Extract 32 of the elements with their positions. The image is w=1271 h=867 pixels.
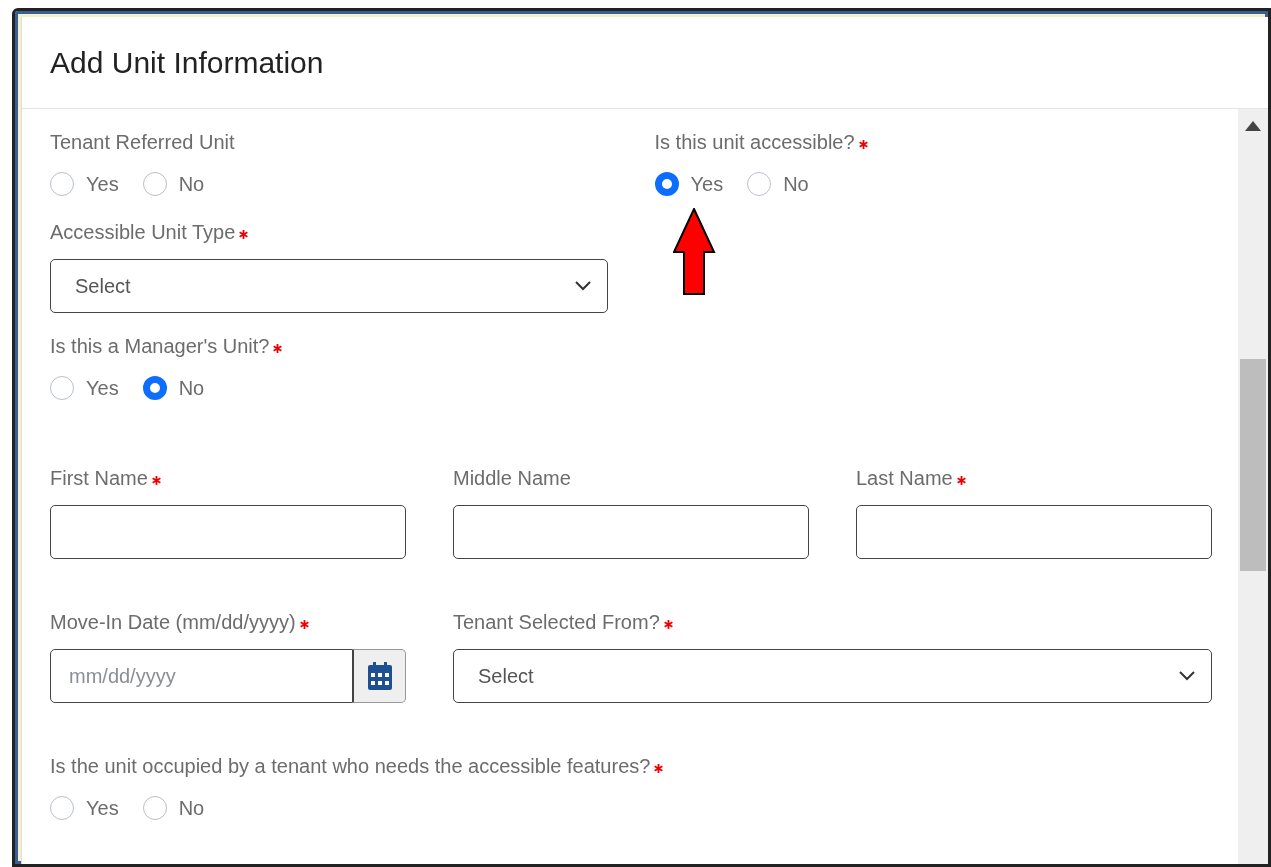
text-field[interactable] <box>856 505 1212 559</box>
text-field[interactable] <box>453 505 809 559</box>
scroll-thumb[interactable] <box>1240 359 1266 571</box>
select-field[interactable]: Select <box>453 649 1212 703</box>
radio-option[interactable]: Yes <box>50 793 119 823</box>
radio-option[interactable]: No <box>142 373 205 403</box>
field-label: Accessible Unit Type <box>50 220 236 245</box>
radio-option[interactable]: Yes <box>50 373 119 403</box>
field-label: Tenant Selected From? <box>453 610 660 635</box>
radio-option[interactable]: No <box>142 793 205 823</box>
scroll-up-icon[interactable] <box>1245 121 1261 131</box>
date-field[interactable]: mm/dd/yyyy <box>50 649 353 703</box>
calendar-button[interactable] <box>353 649 406 703</box>
field-label: Is this a Manager's Unit? <box>50 334 270 359</box>
modal-title: Add Unit Information <box>50 44 324 81</box>
field-label: Is this unit accessible? <box>654 130 855 155</box>
field-label: Last Name <box>856 466 953 491</box>
field-label: Tenant Referred Unit <box>50 130 235 155</box>
text-field[interactable] <box>50 505 406 559</box>
radio-option[interactable]: No <box>142 169 205 199</box>
field-label: Middle Name <box>453 466 571 491</box>
select-field[interactable]: Select <box>50 259 608 313</box>
chevron-down-icon <box>1179 671 1195 681</box>
scrollbar[interactable] <box>1238 109 1268 864</box>
field-label: First Name <box>50 466 148 491</box>
calendar-icon <box>367 662 392 690</box>
radio-option[interactable]: Yes <box>50 169 119 199</box>
field-label: Move-In Date (mm/dd/yyyy) <box>50 610 296 635</box>
field-label: Is the unit occupied by a tenant who needs the accessible features? <box>50 754 651 779</box>
chevron-down-icon <box>574 281 591 291</box>
radio-option[interactable]: No <box>747 169 809 199</box>
radio-option[interactable]: Yes <box>654 169 724 199</box>
